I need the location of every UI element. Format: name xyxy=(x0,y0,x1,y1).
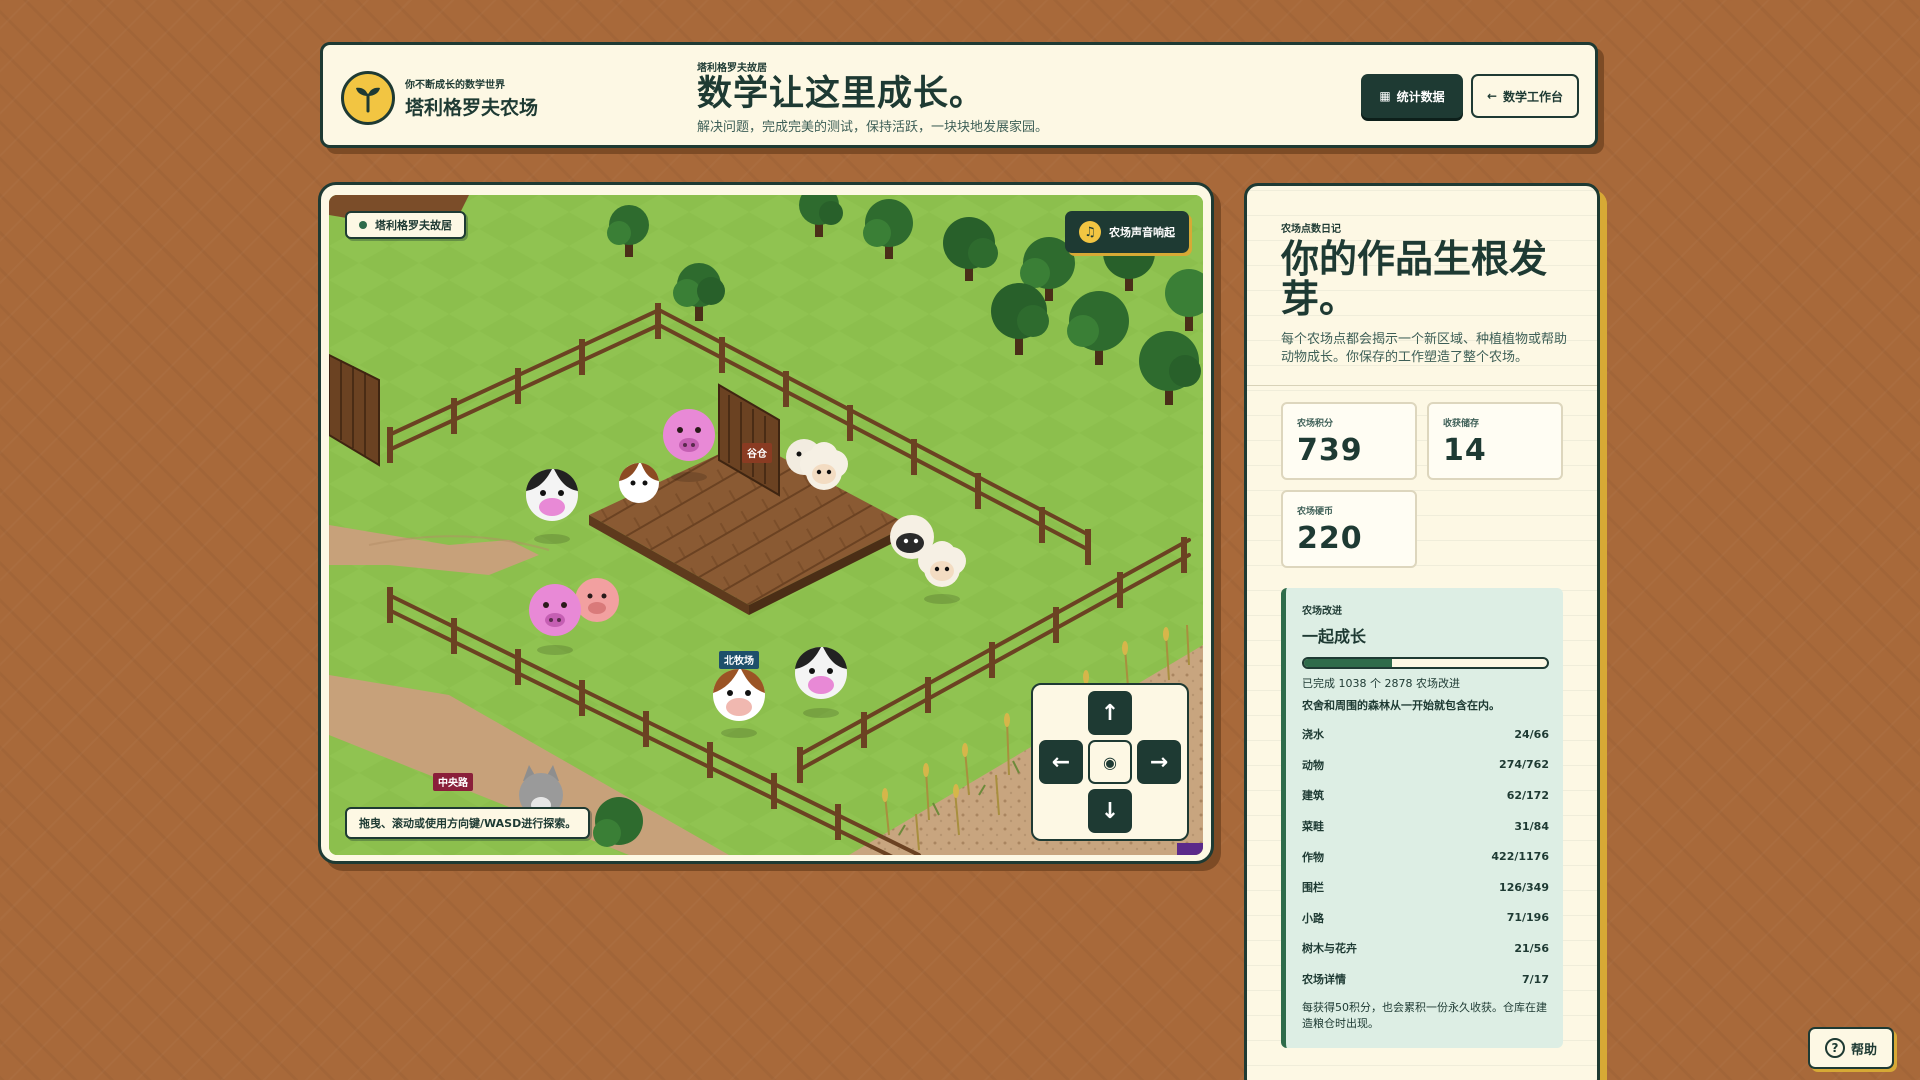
controls-hint-text: 拖曳、滚动或使用方向键/WASD进行探索。 xyxy=(359,817,577,830)
list-item: 菜畦 31/84 xyxy=(1302,811,1549,842)
category-value: 274/762 xyxy=(1499,758,1549,772)
stat-label: 农场硬币 xyxy=(1297,507,1334,517)
panel-description: 每个农场点都会揭示一个新区域、种植植物或帮助动物成长。你保存的工作塑造了整个农场… xyxy=(1281,332,1568,365)
panel-divider xyxy=(1247,385,1597,386)
music-note-icon: ♫ xyxy=(1079,221,1101,243)
list-item: 农场详情 7/17 xyxy=(1302,964,1549,995)
list-item: 树木与花卉 21/56 xyxy=(1302,933,1549,964)
back-button-label: 数学工作台 xyxy=(1503,89,1564,104)
list-item: 作物 422/1176 xyxy=(1302,841,1549,872)
improve-eyebrow: 农场改进 xyxy=(1302,606,1342,617)
move-down-button[interactable]: ↓ xyxy=(1088,789,1132,833)
stat-card-farm-coins: 农场硬币 220 xyxy=(1281,490,1417,568)
stat-value: 220 xyxy=(1297,521,1363,556)
game-frame: 谷仓 北牧场 中央路 塔利格罗夫故居 ♫ 农场声音响起 拖曳、滚动或使用方向键/… xyxy=(318,182,1214,864)
category-name: 树木与花卉 xyxy=(1302,942,1357,956)
list-item: 围栏 126/349 xyxy=(1302,872,1549,903)
category-value: 7/17 xyxy=(1522,972,1549,986)
arrow-left-icon: ← xyxy=(1486,89,1498,103)
help-button[interactable]: ? 帮助 xyxy=(1808,1027,1894,1069)
category-value: 24/66 xyxy=(1514,727,1549,741)
improve-footer: 每获得50积分，也会累积一份永久收获。仓库在建造粮仓时出现。 xyxy=(1302,1001,1547,1031)
brand[interactable]: 你不断成长的数学世界 塔利格罗夫农场 xyxy=(341,71,538,125)
panel-title: 你的作品生根发芽。 xyxy=(1281,237,1548,321)
category-name: 围栏 xyxy=(1302,881,1324,895)
category-name: 建筑 xyxy=(1302,789,1324,803)
stat-value: 739 xyxy=(1297,433,1363,468)
list-item: 动物 274/762 xyxy=(1302,750,1549,781)
app-header: 你不断成长的数学世界 塔利格罗夫农场 塔利格罗夫故居 数学让这里成长。 解决问题… xyxy=(320,42,1598,148)
category-value: 126/349 xyxy=(1499,880,1549,894)
farm-journal-panel: 农场点数日记 你的作品生根发芽。 每个农场点都会揭示一个新区域、种植植物或帮助动… xyxy=(1244,183,1600,1080)
category-value: 422/1176 xyxy=(1491,850,1549,864)
category-name: 动物 xyxy=(1302,758,1324,772)
hero-description: 解决问题，完成完美的测试，保持活跃，一块块地发展家园。 xyxy=(697,120,1049,135)
question-icon: ? xyxy=(1824,1038,1845,1058)
move-left-button[interactable]: ← xyxy=(1039,740,1083,784)
stat-card-harvest-storage: 收获储存 14 xyxy=(1427,402,1563,480)
category-name: 农场详情 xyxy=(1302,973,1346,987)
sprout-logo-icon xyxy=(341,71,395,125)
category-name: 浇水 xyxy=(1302,728,1324,742)
north-pasture-label: 北牧场 xyxy=(724,654,754,667)
category-list: 浇水 24/66 动物 274/762 建筑 62/172 菜畦 31/84 作物 422… xyxy=(1302,719,1549,994)
grid-icon: ▦ xyxy=(1379,89,1391,103)
category-name: 小路 xyxy=(1302,911,1324,925)
stat-label: 农场积分 xyxy=(1297,419,1334,429)
hero: 塔利格罗夫故居 数学让这里成长。 解决问题，完成完美的测试，保持活跃，一块块地发… xyxy=(697,59,1048,135)
improve-title: 一起成长 xyxy=(1302,627,1367,646)
farm-sound-toggle[interactable]: ♫ 农场声音响起 xyxy=(1065,211,1189,253)
page-title: 数学让这里成长。 xyxy=(697,74,986,114)
stats-button[interactable]: ▦ 统计数据 xyxy=(1361,74,1463,118)
recenter-button[interactable]: ◉ xyxy=(1088,740,1132,784)
status-dot-icon xyxy=(359,221,367,229)
sound-toggle-label: 农场声音响起 xyxy=(1109,226,1175,239)
category-name: 作物 xyxy=(1302,850,1324,864)
stats-button-label: 统计数据 xyxy=(1396,89,1445,104)
category-value: 62/172 xyxy=(1506,788,1549,802)
back-to-workbench-button[interactable]: ← 数学工作台 xyxy=(1471,74,1579,118)
category-value: 21/56 xyxy=(1514,941,1549,955)
list-item: 小路 71/196 xyxy=(1302,903,1549,934)
category-name: 菜畦 xyxy=(1302,820,1324,834)
category-value: 31/84 xyxy=(1514,819,1549,833)
category-value: 71/196 xyxy=(1506,911,1549,925)
panel-eyebrow: 农场点数日记 xyxy=(1281,224,1341,235)
central-road-label: 中央路 xyxy=(438,776,469,789)
brand-title: 塔利格罗夫农场 xyxy=(405,97,539,119)
stats-grid: 农场积分 739 收获储存 14 农场硬币 220 xyxy=(1281,402,1567,568)
stat-label: 收获储存 xyxy=(1443,419,1480,429)
stat-card-farm-points: 农场积分 739 xyxy=(1281,402,1417,480)
move-up-button[interactable]: ↑ xyxy=(1088,691,1132,735)
direction-pad: ↑ ← ◉ → ↓ xyxy=(1031,683,1189,841)
improve-count: 已完成 1038 个 2878 农场改进 xyxy=(1302,677,1460,690)
farm-viewport[interactable]: 谷仓 北牧场 中央路 塔利格罗夫故居 ♫ 农场声音响起 拖曳、滚动或使用方向键/… xyxy=(329,195,1203,855)
location-chip: 塔利格罗夫故居 xyxy=(345,211,466,239)
list-item: 建筑 62/172 xyxy=(1302,780,1549,811)
stat-value: 14 xyxy=(1443,433,1487,468)
improvement-progress-bar xyxy=(1302,657,1549,669)
controls-hint: 拖曳、滚动或使用方向键/WASD进行探索。 xyxy=(345,807,591,839)
progress-fill xyxy=(1304,659,1392,667)
move-right-button[interactable]: → xyxy=(1137,740,1181,784)
list-item: 浇水 24/66 xyxy=(1302,719,1549,750)
barn-label: 谷仓 xyxy=(747,447,768,460)
help-label: 帮助 xyxy=(1850,1042,1877,1058)
brand-subtitle: 你不断成长的数学世界 xyxy=(405,80,505,91)
hero-eyebrow: 塔利格罗夫故居 xyxy=(697,63,767,74)
farm-improvements-card: 农场改进 一起成长 已完成 1038 个 2878 农场改进 农舍和周围的森林从… xyxy=(1281,588,1563,1049)
location-chip-label: 塔利格罗夫故居 xyxy=(375,219,452,232)
improve-note: 农舍和周围的森林从一开始就包含在内。 xyxy=(1302,699,1500,712)
